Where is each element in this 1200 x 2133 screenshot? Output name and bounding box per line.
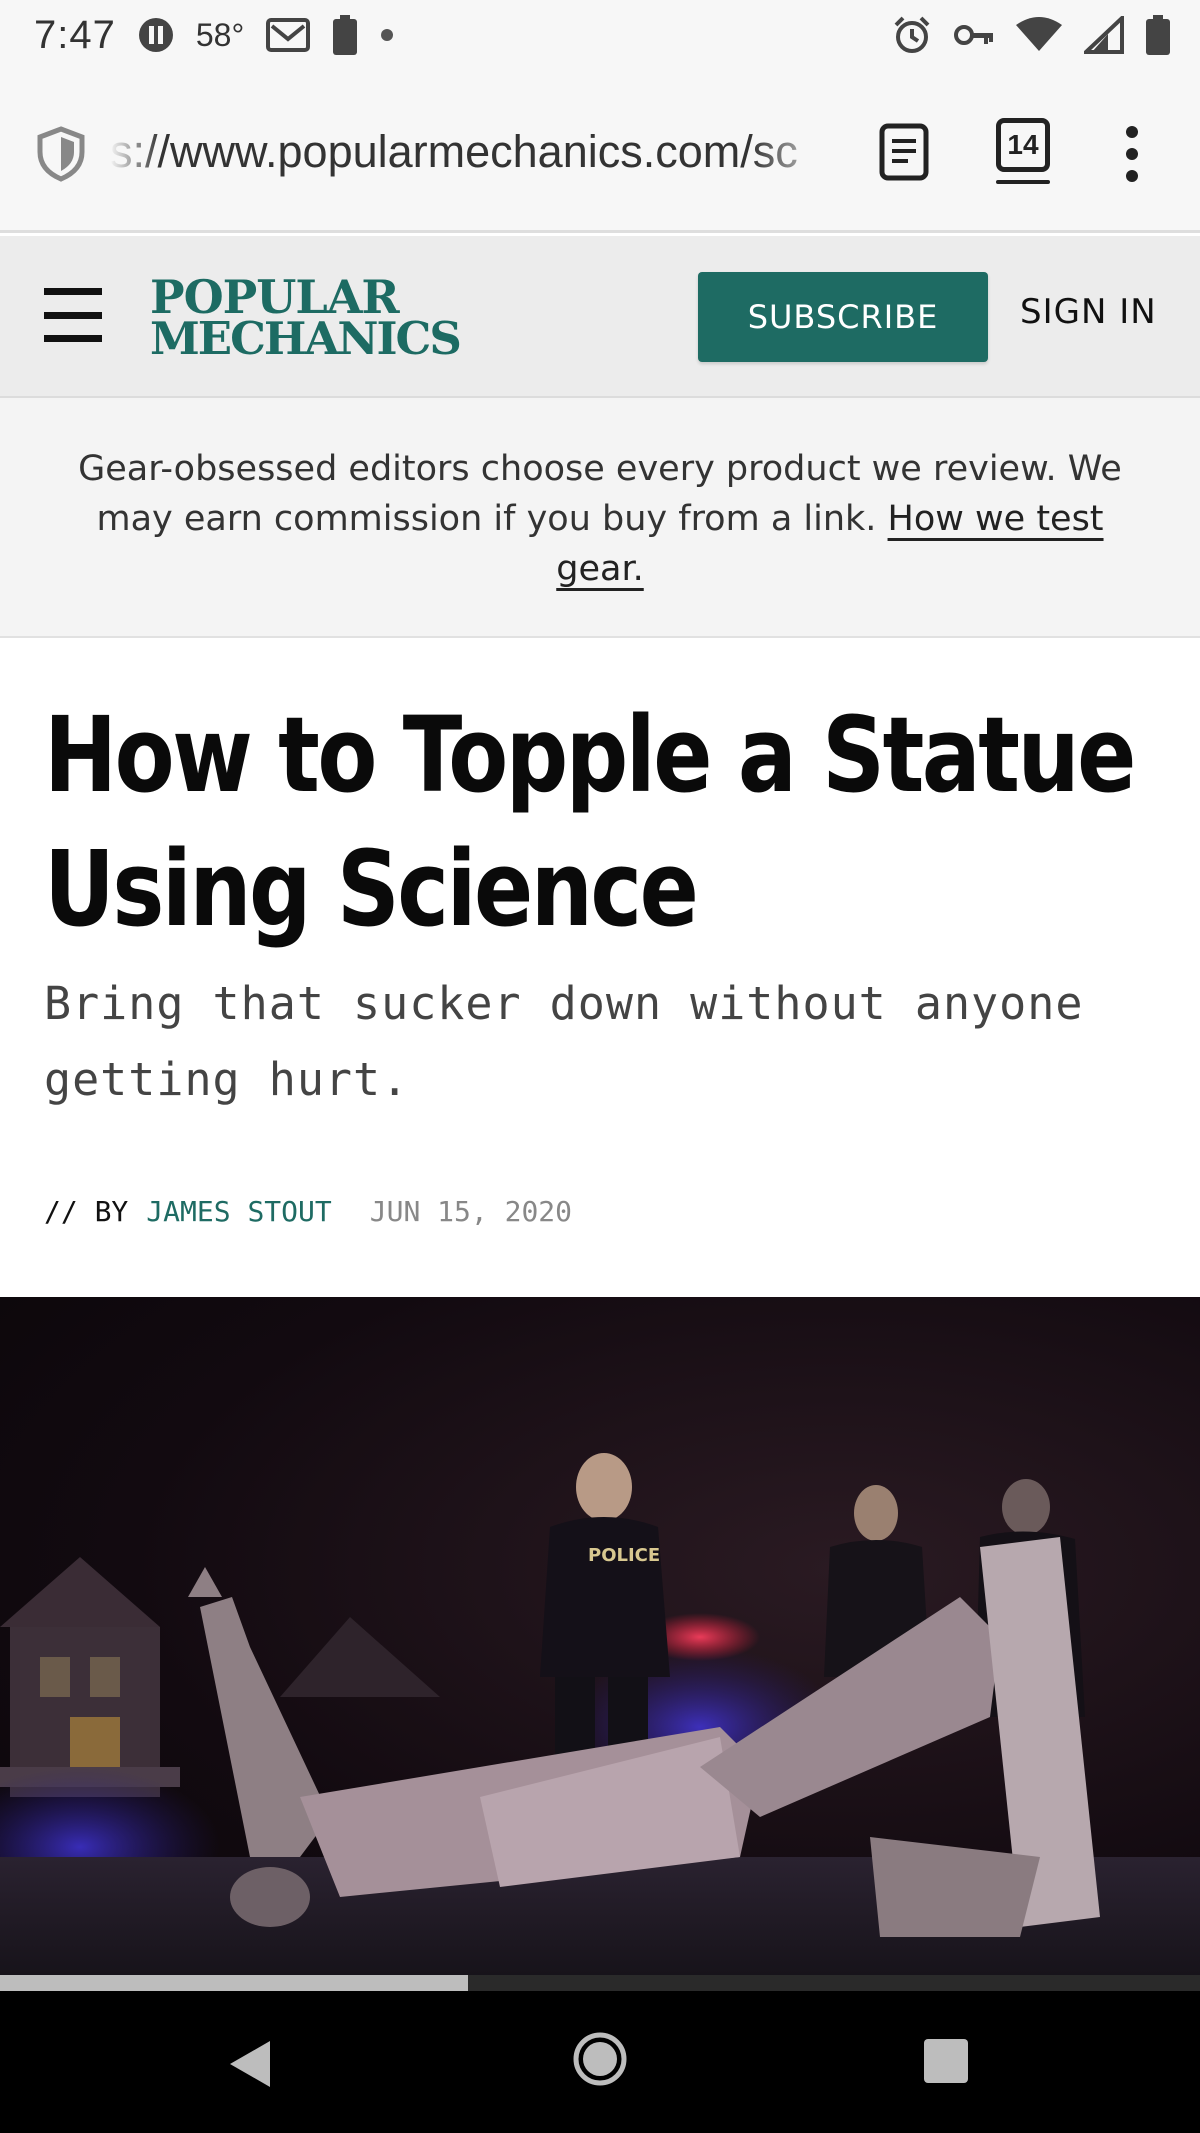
site-header: POPULAR MECHANICS SUBSCRIBE SIGN IN	[0, 236, 1200, 398]
article-headline: How to Topple a Statue Using Science	[44, 694, 1136, 950]
disclosure-text: Gear-obsessed editors choose every produ…	[60, 444, 1140, 594]
recents-icon[interactable]	[924, 2039, 968, 2083]
vpn-key-icon	[954, 22, 994, 48]
home-icon[interactable]	[572, 2031, 628, 2087]
more-menu-icon[interactable]	[1126, 126, 1138, 182]
publish-date: JUN 15, 2020	[369, 1195, 573, 1228]
reading-progress-fill	[0, 1975, 468, 1991]
menu-icon[interactable]	[44, 288, 102, 342]
tabs-icon[interactable]: 14	[996, 118, 1050, 172]
url-address-field[interactable]: s://www.popularmechanics.com/sc	[110, 126, 840, 186]
alarm-icon	[892, 15, 932, 55]
status-temperature: 58°	[195, 16, 245, 53]
reader-mode-icon[interactable]	[878, 122, 930, 182]
tabs-underline	[996, 180, 1050, 184]
subscribe-button[interactable]: SUBSCRIBE	[698, 272, 988, 362]
status-bar: 7:47 58°	[0, 0, 1200, 70]
notification-dot-icon	[380, 28, 394, 42]
wifi-icon	[1016, 17, 1062, 53]
browser-toolbar: s://www.popularmechanics.com/sc 14	[0, 70, 1200, 233]
pause-icon	[138, 17, 174, 53]
police-label: POLICE	[588, 1545, 660, 1566]
reading-progress-bar	[0, 1975, 1200, 1991]
status-time: 7:47	[34, 12, 116, 57]
article-dek: Bring that sucker down without anyone ge…	[44, 977, 1084, 1106]
affiliate-disclosure: Gear-obsessed editors choose every produ…	[0, 398, 1200, 638]
byline-prefix: // BY	[44, 1195, 129, 1228]
sign-in-link[interactable]: SIGN IN	[1020, 292, 1157, 332]
back-icon[interactable]	[226, 2037, 274, 2091]
system-nav-bar	[0, 1991, 1200, 2133]
byline: // BY JAMES STOUT JUN 15, 2020	[44, 1195, 572, 1228]
battery-saver-icon	[332, 15, 358, 55]
gmail-icon	[266, 17, 311, 53]
battery-icon	[1146, 15, 1170, 55]
shield-icon[interactable]	[36, 126, 86, 182]
author-link[interactable]: JAMES STOUT	[146, 1195, 331, 1228]
logo-line-2: MECHANICS	[150, 312, 462, 365]
site-logo[interactable]: POPULAR MECHANICS	[150, 274, 510, 365]
hero-illustration: POLICE	[0, 1453, 1200, 1975]
cell-signal-icon	[1084, 16, 1124, 54]
hero-image: POLICE	[0, 1297, 1200, 1975]
